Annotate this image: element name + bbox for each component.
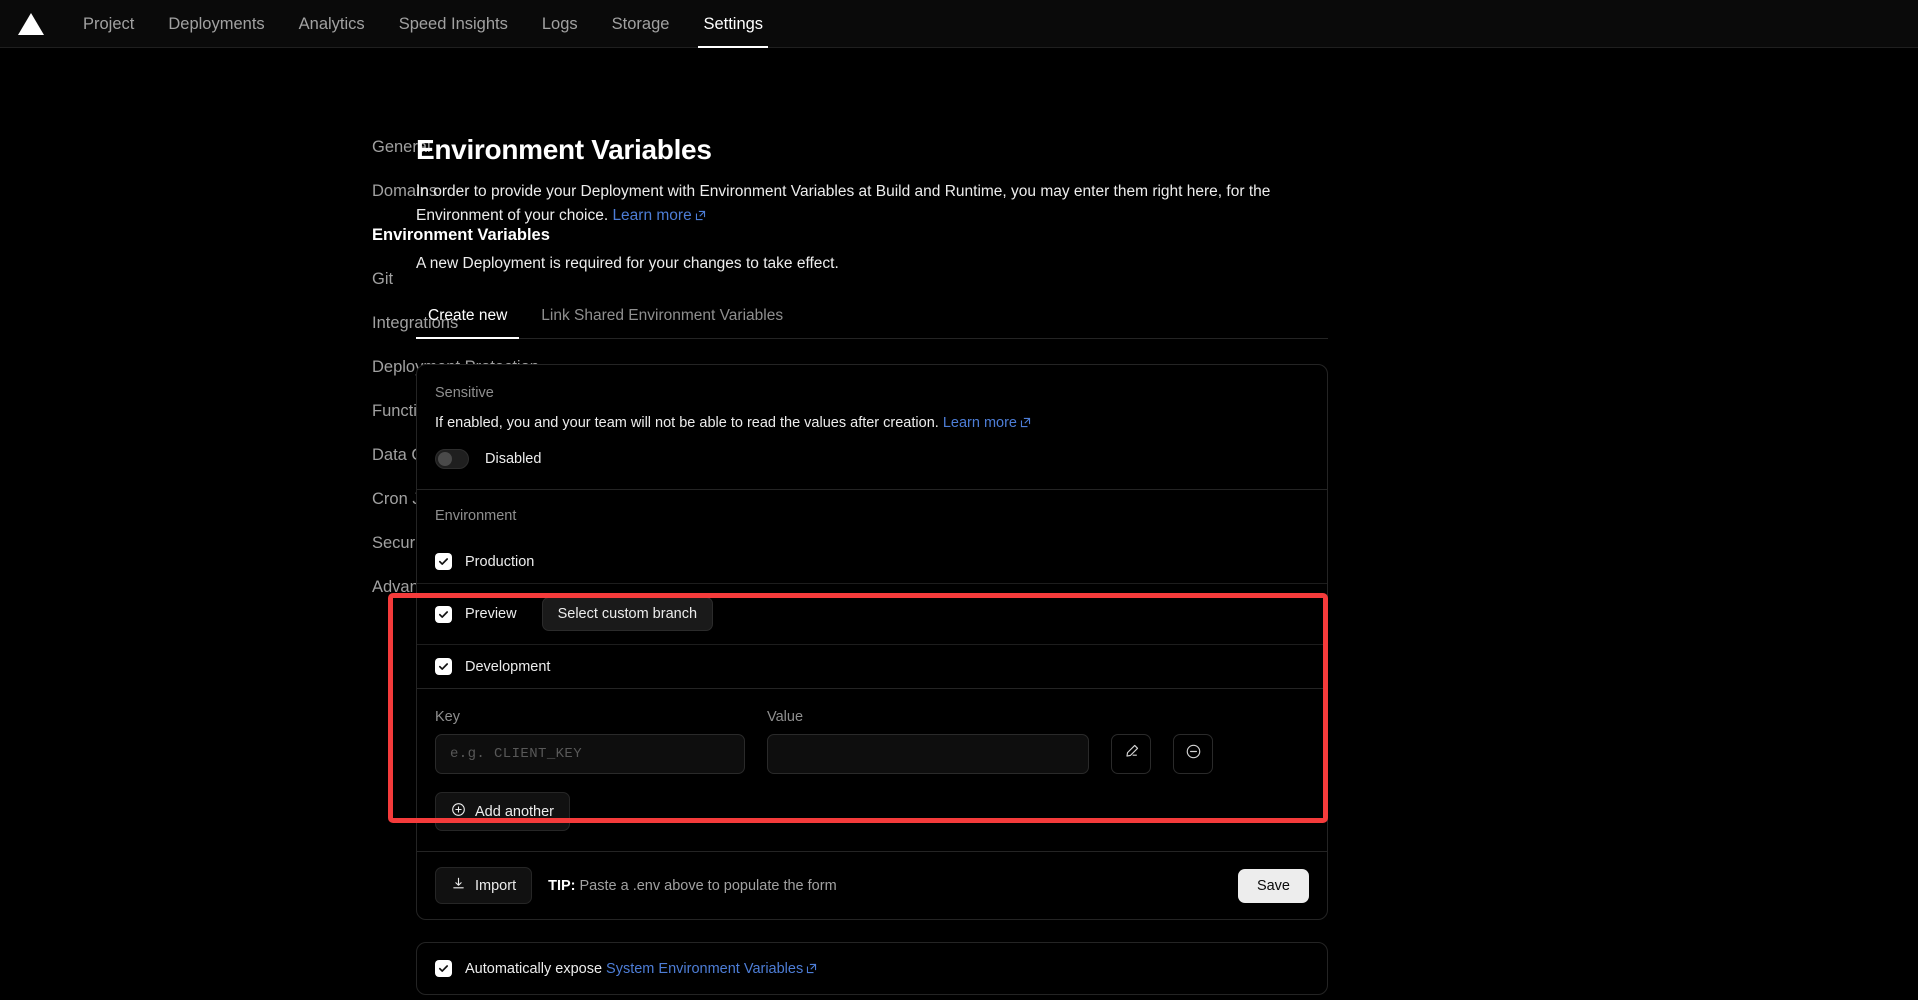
page-title: Environment Variables bbox=[416, 134, 1328, 166]
tab-link-shared-environment-variables[interactable]: Link Shared Environment Variables bbox=[529, 307, 795, 338]
external-link-icon bbox=[806, 963, 817, 974]
tab-create-new[interactable]: Create new bbox=[416, 307, 519, 338]
external-link-icon bbox=[1020, 417, 1031, 428]
key-value-section: Key Value e.g. CLIENT_KEY bbox=[417, 688, 1327, 919]
key-input[interactable]: e.g. CLIENT_KEY bbox=[435, 734, 745, 774]
key-column-header: Key bbox=[435, 709, 745, 725]
environment-option-production[interactable]: Production bbox=[417, 540, 1327, 583]
label-development: Development bbox=[465, 659, 550, 675]
checkbox-production[interactable] bbox=[435, 553, 452, 570]
page-description-text: In order to provide your Deployment with… bbox=[416, 183, 1270, 224]
sensitive-toggle-state: Disabled bbox=[485, 451, 541, 467]
select-custom-branch-button[interactable]: Select custom branch bbox=[542, 597, 713, 631]
key-value-inner: Key Value e.g. CLIENT_KEY bbox=[417, 689, 1327, 851]
external-link-icon bbox=[695, 210, 706, 221]
tip-text: TIP: Paste a .env above to populate the … bbox=[548, 878, 837, 894]
tip-body: Paste a .env above to populate the form bbox=[575, 878, 836, 894]
key-value-headers: Key Value bbox=[435, 709, 1309, 725]
page-body: General Domains Environment Variables Gi… bbox=[0, 48, 1918, 1000]
auto-expose-text: Automatically expose bbox=[465, 961, 602, 977]
deployment-notice: A new Deployment is required for your ch… bbox=[416, 255, 1328, 273]
environment-option-development[interactable]: Development bbox=[417, 644, 1327, 688]
nav-item-speed-insights[interactable]: Speed Insights bbox=[382, 0, 525, 48]
vercel-triangle-logo[interactable] bbox=[18, 13, 44, 35]
sensitive-description-text: If enabled, you and your team will not b… bbox=[435, 415, 939, 431]
add-another-label: Add another bbox=[475, 804, 554, 820]
label-preview: Preview bbox=[465, 606, 517, 622]
circle-minus-icon bbox=[1185, 743, 1202, 765]
page-description: In order to provide your Deployment with… bbox=[416, 180, 1328, 228]
edit-value-button[interactable] bbox=[1111, 734, 1151, 774]
nav-item-logs[interactable]: Logs bbox=[525, 0, 595, 48]
create-new-card: Sensitive If enabled, you and your team … bbox=[416, 364, 1328, 920]
key-value-row: e.g. CLIENT_KEY bbox=[435, 734, 1309, 774]
top-nav-items: Project Deployments Analytics Speed Insi… bbox=[66, 0, 780, 48]
checkbox-preview[interactable] bbox=[435, 606, 452, 623]
plus-circle-icon bbox=[451, 802, 466, 821]
nav-item-settings[interactable]: Settings bbox=[686, 0, 780, 48]
system-environment-variables-link[interactable]: System Environment Variables bbox=[606, 961, 803, 977]
sensitive-learn-more-link[interactable]: Learn more bbox=[943, 415, 1017, 431]
value-input[interactable] bbox=[767, 734, 1089, 774]
sensitive-toggle-row: Disabled bbox=[435, 449, 1309, 469]
environment-section: Environment Production Preview Select cu… bbox=[417, 489, 1327, 688]
save-button[interactable]: Save bbox=[1238, 869, 1309, 903]
tabs: Create new Link Shared Environment Varia… bbox=[416, 307, 1328, 339]
add-another-button[interactable]: Add another bbox=[435, 792, 570, 831]
pencil-icon bbox=[1123, 743, 1140, 765]
tip-prefix: TIP: bbox=[548, 878, 575, 894]
remove-row-button[interactable] bbox=[1173, 734, 1213, 774]
nav-item-deployments[interactable]: Deployments bbox=[151, 0, 281, 48]
form-footer: Import TIP: Paste a .env above to popula… bbox=[417, 851, 1327, 919]
import-button[interactable]: Import bbox=[435, 867, 532, 904]
auto-expose-label: Automatically expose System Environment … bbox=[465, 961, 817, 977]
key-input-placeholder: e.g. CLIENT_KEY bbox=[450, 746, 582, 762]
settings-sidebar: General Domains Environment Variables Gi… bbox=[0, 96, 372, 1000]
toggle-knob bbox=[438, 452, 452, 466]
sensitive-section: Sensitive If enabled, you and your team … bbox=[417, 365, 1327, 489]
sensitive-toggle[interactable] bbox=[435, 449, 469, 469]
label-production: Production bbox=[465, 554, 534, 570]
checkbox-auto-expose[interactable] bbox=[435, 960, 452, 977]
top-navigation-bar: Project Deployments Analytics Speed Insi… bbox=[0, 0, 1918, 48]
sensitive-description: If enabled, you and your team will not b… bbox=[435, 415, 1309, 431]
download-icon bbox=[451, 876, 466, 895]
sensitive-label: Sensitive bbox=[435, 385, 1309, 401]
environment-label: Environment bbox=[435, 508, 1309, 524]
nav-item-storage[interactable]: Storage bbox=[595, 0, 687, 48]
nav-item-project[interactable]: Project bbox=[66, 0, 151, 48]
nav-item-analytics[interactable]: Analytics bbox=[282, 0, 382, 48]
checkbox-development[interactable] bbox=[435, 658, 452, 675]
auto-expose-card: Automatically expose System Environment … bbox=[416, 942, 1328, 995]
environment-option-preview[interactable]: Preview Select custom branch bbox=[417, 583, 1327, 644]
learn-more-link[interactable]: Learn more bbox=[612, 207, 691, 224]
import-label: Import bbox=[475, 878, 516, 894]
settings-content: Environment Variables In order to provid… bbox=[416, 96, 1328, 1000]
value-column-header: Value bbox=[767, 709, 1089, 725]
